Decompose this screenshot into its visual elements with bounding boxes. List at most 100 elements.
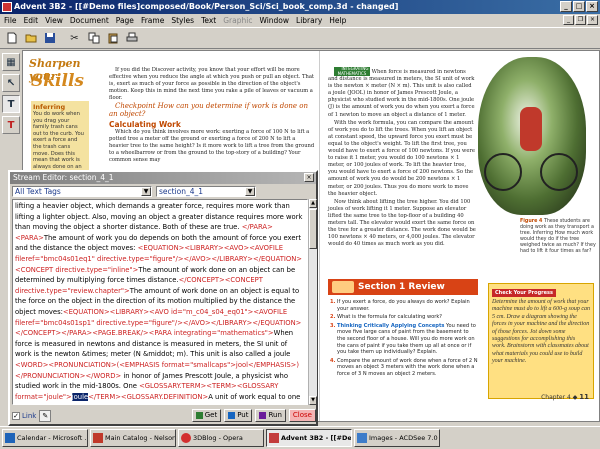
chevron-down-icon[interactable]: ▼ xyxy=(245,186,255,196)
document-window-controls: _ ❐ × xyxy=(563,15,598,25)
menu-help[interactable]: Help xyxy=(329,16,346,25)
paragraph: INTEGRATING MATHEMATICS When force is me… xyxy=(328,66,475,118)
figure-caption: Figure 4 These students are doing work a… xyxy=(520,219,596,254)
toolbar-separator xyxy=(60,30,64,47)
list-item: 1. If you exert a force, do you always do… xyxy=(330,299,470,312)
doc-minimize-button[interactable]: _ xyxy=(563,15,574,25)
frame-tool-icon: ▦ xyxy=(6,56,16,68)
chevron-down-icon[interactable]: ▼ xyxy=(141,186,151,196)
taskbar-item[interactable]: Main Catalog - Nelson... xyxy=(90,429,176,447)
run-button[interactable]: Run xyxy=(255,409,286,422)
window-title: Advent 3B2 - [[#Demo files]composed/Book… xyxy=(14,2,399,11)
sidebar-heading: Inferring xyxy=(33,103,66,111)
paragraph: Now think about lifting the tree higher.… xyxy=(328,198,476,248)
put-icon xyxy=(228,412,236,419)
figure-photo xyxy=(478,57,586,215)
check-text: Determine the amount of work that your m… xyxy=(492,299,590,365)
menu-bar: File Edit View Document Page Frame Style… xyxy=(0,14,600,27)
app-icon xyxy=(2,2,12,12)
stream-editor-titlebar[interactable]: Stream Editor: section_4_1 × xyxy=(10,172,316,184)
doc-close-button[interactable]: × xyxy=(587,15,598,25)
window-controls: _ □ × xyxy=(560,1,598,12)
review-icon xyxy=(332,281,354,293)
stream-editor-window[interactable]: Stream Editor: section_4_1 × All Text Ta… xyxy=(8,170,318,426)
wheel-graphic xyxy=(484,153,522,191)
scroll-down-icon[interactable]: ▼ xyxy=(309,396,317,405)
menu-library[interactable]: Library xyxy=(296,16,322,25)
open-button[interactable] xyxy=(22,30,39,47)
menu-file[interactable]: File xyxy=(4,16,17,25)
selected-text: joule xyxy=(71,392,89,401)
menu-text[interactable]: Text xyxy=(201,16,216,25)
paragraph: With the work formula, you can compare t… xyxy=(328,119,475,197)
paste-button[interactable] xyxy=(104,30,121,47)
stream-close-icon[interactable]: × xyxy=(304,173,314,182)
list-item: 4. Compare the amount of work done when a… xyxy=(330,357,478,377)
new-document-button[interactable] xyxy=(3,30,20,47)
save-button[interactable] xyxy=(41,30,58,47)
taskbar-item[interactable]: Images - ACDSee 7.0 xyxy=(354,429,440,447)
sharpen-skills-logo: Sharpen your Skills xyxy=(29,57,85,91)
section-select[interactable]: section_4_1 ▼ xyxy=(156,185,256,197)
tool-text-alt[interactable]: T xyxy=(2,116,20,134)
right-page: INTEGRATING MATHEMATICS When force is me… xyxy=(319,51,599,421)
menu-page[interactable]: Page xyxy=(116,16,134,25)
checkpoint: Checkpoint How can you determine if work… xyxy=(109,102,309,118)
copy-icon xyxy=(88,32,99,44)
edit-icon[interactable]: ✎ xyxy=(39,409,52,422)
cut-button[interactable]: ✂ xyxy=(66,30,83,47)
minimize-button[interactable]: _ xyxy=(560,1,572,12)
tool-frame[interactable]: ▦ xyxy=(2,53,20,71)
floppy-icon xyxy=(44,33,55,43)
scroll-up-icon[interactable]: ▲ xyxy=(309,199,317,208)
maximize-button[interactable]: □ xyxy=(573,1,585,12)
taskbar-item[interactable]: Calendar - Microsoft ... xyxy=(2,429,88,447)
paragraph: Which do you think involves more work: e… xyxy=(109,128,315,164)
rider-graphic xyxy=(520,107,542,151)
stream-text-area[interactable]: lifting a heavier object, which demands … xyxy=(12,199,308,405)
acdsee-icon xyxy=(357,433,367,443)
new-file-icon xyxy=(7,32,16,44)
tool-select[interactable]: ↖ xyxy=(2,74,20,92)
print-button[interactable] xyxy=(123,30,140,47)
page-footer: Chapter 4 ◆ 11 xyxy=(541,393,589,401)
section-heading: Calculating Work xyxy=(109,119,181,129)
stream-selectors: All Text Tags ▼ section_4_1 ▼ xyxy=(10,184,316,198)
menu-graphic[interactable]: Graphic xyxy=(223,16,252,25)
scroll-thumb[interactable] xyxy=(309,209,317,249)
tool-text[interactable]: T xyxy=(2,95,20,113)
menu-frame[interactable]: Frame xyxy=(141,16,164,25)
clipboard-icon xyxy=(108,33,117,44)
section-review-banner: Section 1 Review xyxy=(328,279,478,295)
paragraph: If you did the Discover activity, you kn… xyxy=(109,67,314,102)
get-button[interactable]: Get xyxy=(191,409,222,422)
menu-view[interactable]: View xyxy=(45,16,63,25)
link-checkbox[interactable]: ✓ Link xyxy=(12,411,36,420)
left-column: If you did the Discover activity, you kn… xyxy=(109,67,315,165)
stream-close-button[interactable]: Close xyxy=(288,409,316,422)
integrating-badge: INTEGRATING MATHEMATICS xyxy=(334,66,370,76)
menu-document[interactable]: Document xyxy=(70,16,109,25)
copy-button[interactable] xyxy=(85,30,102,47)
menu-styles[interactable]: Styles xyxy=(171,16,194,25)
folder-icon xyxy=(25,34,36,43)
taskbar-item-active[interactable]: Advent 3B2 - [[#Dem... xyxy=(266,429,352,447)
stream-editor-title: Stream Editor: section_4_1 xyxy=(13,173,114,182)
taskbar-item[interactable]: 3DBlog - Opera xyxy=(178,429,264,447)
stream-scrollbar[interactable]: ▲ ▼ xyxy=(308,199,317,405)
doc-restore-button[interactable]: ❐ xyxy=(575,15,586,25)
list-item: 3. Thinking Critically Applying Concepts … xyxy=(330,322,476,356)
run-icon xyxy=(259,412,267,419)
checkbox-checked[interactable]: ✓ xyxy=(12,411,20,420)
pointer-icon: ↖ xyxy=(6,77,16,89)
tag-filter-select[interactable]: All Text Tags ▼ xyxy=(12,185,152,197)
close-button[interactable]: × xyxy=(586,1,598,12)
menu-edit[interactable]: Edit xyxy=(24,16,39,25)
title-bar: Advent 3B2 - [[#Demo files]composed/Book… xyxy=(0,0,600,14)
put-button[interactable]: Put xyxy=(224,409,253,422)
stream-bottom-bar: ✓ Link ✎ Get Put Run Close xyxy=(12,408,316,423)
text-tool-icon: T xyxy=(7,98,15,110)
menu-window[interactable]: Window xyxy=(259,16,289,25)
opera-icon xyxy=(181,433,191,443)
list-item: 2. What is the formula for calculating wo… xyxy=(330,314,442,321)
